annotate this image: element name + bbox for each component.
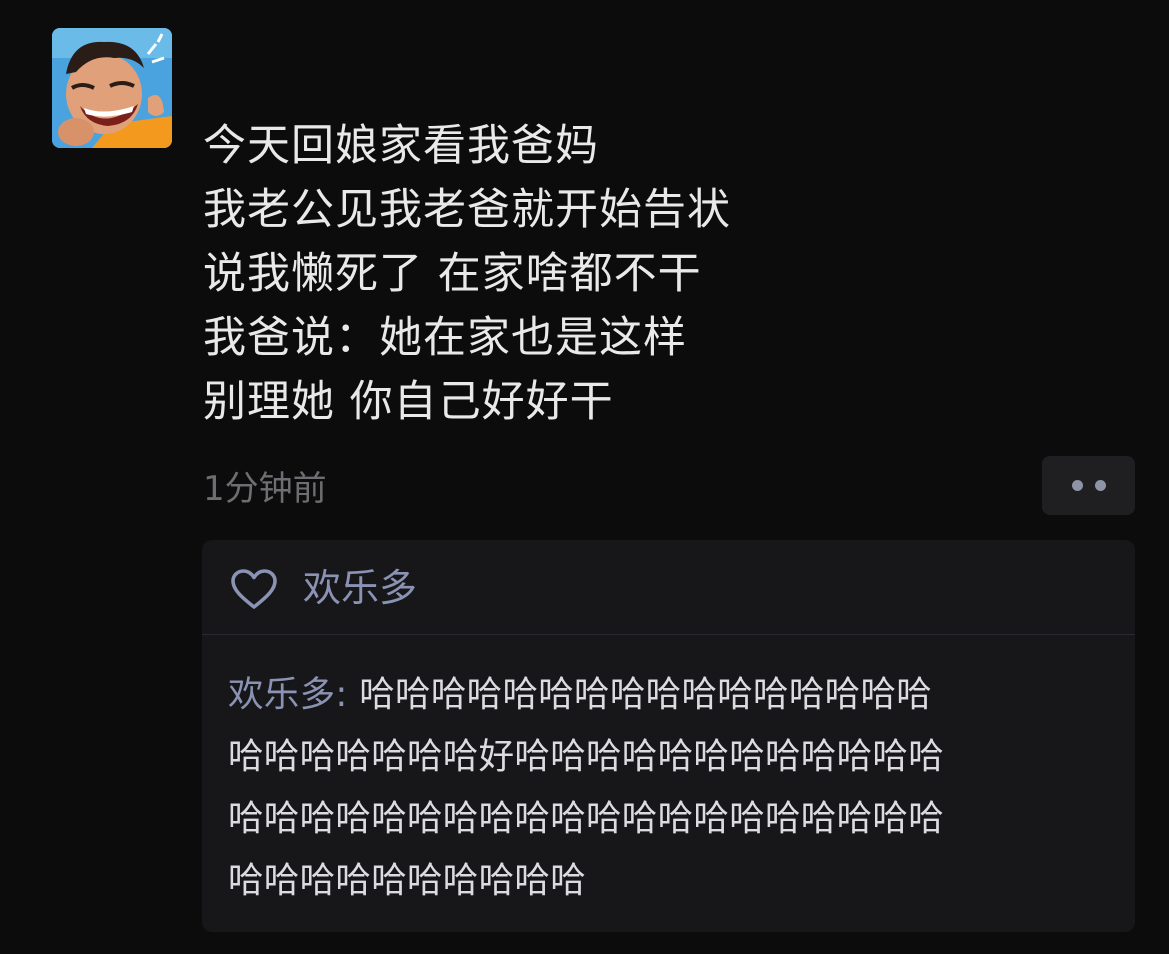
likes-row: 欢乐多 xyxy=(202,540,1135,635)
comment-line: 欢乐多: 哈哈哈哈哈哈哈哈哈哈哈哈哈哈哈哈 xyxy=(228,664,1133,726)
post-line: 我爸说：她在家也是这样 xyxy=(203,313,687,363)
comment-line: 哈哈哈哈哈哈哈哈哈哈 xyxy=(228,860,587,901)
post-line: 说我懒死了 在家啥都不干 xyxy=(203,249,702,299)
post-content: 今天回娘家看我爸妈 我老公见我老爸就开始告状 说我懒死了 在家啥都不干 我爸说：… xyxy=(203,114,1103,434)
comment-author[interactable]: 欢乐多: xyxy=(228,674,348,715)
post-line: 我老公见我老爸就开始告状 xyxy=(203,185,731,235)
comment-line: 哈哈哈哈哈哈哈好哈哈哈哈哈哈哈哈哈哈哈哈 xyxy=(228,736,945,777)
comment-item[interactable]: 欢乐多: 哈哈哈哈哈哈哈哈哈哈哈哈哈哈哈哈 哈哈哈哈哈哈哈好哈哈哈哈哈哈哈哈哈哈… xyxy=(228,664,1133,912)
heart-outline-icon xyxy=(231,569,277,609)
post-timestamp: 1分钟前 xyxy=(203,469,327,509)
comment-text: 哈哈哈哈哈哈哈哈哈哈哈哈哈哈哈哈 xyxy=(347,674,933,715)
avatar[interactable] xyxy=(52,28,172,148)
more-options-button[interactable] xyxy=(1042,456,1135,515)
like-user-name[interactable]: 欢乐多 xyxy=(303,562,417,614)
more-dots-icon xyxy=(1094,480,1106,491)
post-line: 别理她 你自己好好干 xyxy=(203,377,614,427)
more-dots-icon xyxy=(1071,480,1083,491)
comment-line: 哈哈哈哈哈哈哈哈哈哈哈哈哈哈哈哈哈哈哈哈 xyxy=(228,798,945,839)
interaction-panel: 欢乐多 欢乐多: 哈哈哈哈哈哈哈哈哈哈哈哈哈哈哈哈 哈哈哈哈哈哈哈好哈哈哈哈哈哈… xyxy=(202,540,1135,932)
post-line: 今天回娘家看我爸妈 xyxy=(203,121,599,171)
moments-post: 今天回娘家看我爸妈 我老公见我老爸就开始告状 说我懒死了 在家啥都不干 我爸说：… xyxy=(0,0,1169,954)
cartoon-avatar-image xyxy=(52,28,172,148)
